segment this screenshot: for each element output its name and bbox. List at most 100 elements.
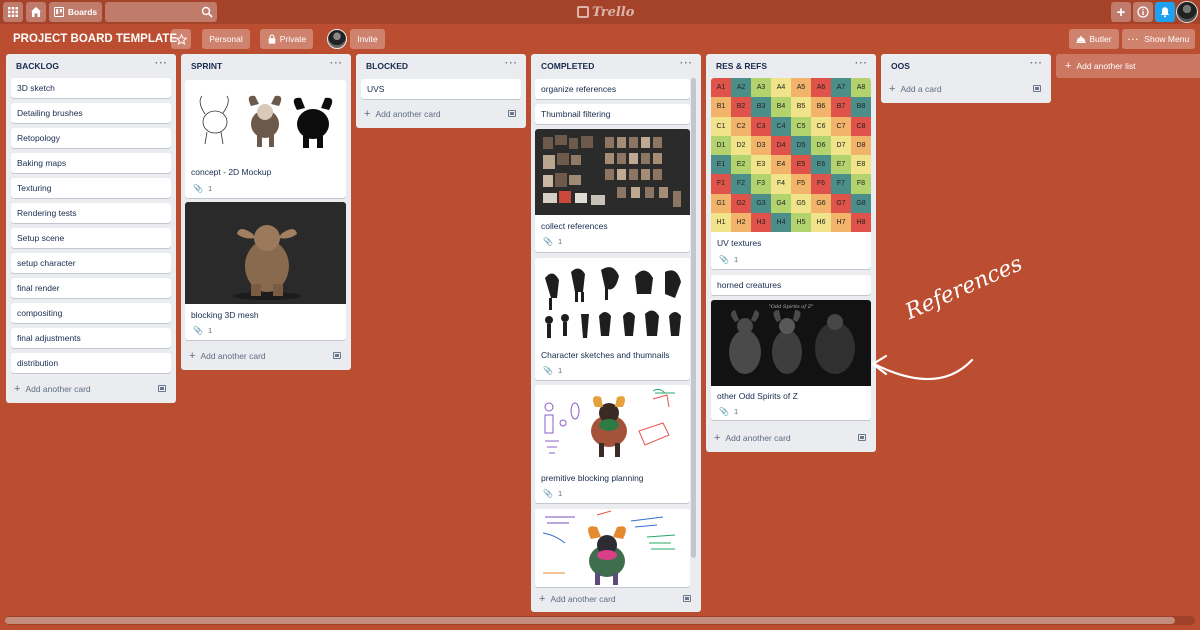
invite-button[interactable]: Invite	[350, 29, 385, 49]
add-card-label: Add another card	[200, 351, 266, 361]
list-title[interactable]: BLOCKED	[366, 61, 408, 71]
uv-grid-cell: G8	[851, 193, 871, 213]
add-list-button[interactable]: + Add another list	[1056, 54, 1200, 78]
list-title[interactable]: COMPLETED	[541, 61, 594, 71]
trello-logo[interactable]: Trello	[577, 4, 634, 20]
card-title: blocking 3D mesh	[191, 310, 259, 320]
list-title[interactable]: SPRINT	[191, 61, 222, 71]
card-cover-reference-board	[535, 129, 690, 215]
list-menu-icon[interactable]: ···	[155, 59, 168, 69]
card-organize-references[interactable]: organize references	[535, 79, 690, 99]
grid-icon	[8, 7, 18, 17]
more-icon: ···	[1127, 34, 1140, 44]
backlog-card[interactable]: Retopology	[11, 128, 171, 148]
list-header[interactable]: OOS ···	[881, 54, 1051, 78]
card-thumbnail-filtering[interactable]: Thumbnail filtering	[535, 104, 690, 124]
add-card-button[interactable]: + Add another card	[189, 351, 266, 362]
uv-grid-cell: G5	[791, 193, 811, 213]
list-title[interactable]: RES & REFS	[716, 61, 767, 71]
card-odd-spirits[interactable]: "Odd Spirits of Z" other Odd Spirits of …	[711, 300, 871, 420]
team-button[interactable]: Personal	[202, 29, 250, 49]
show-menu-button[interactable]: ··· Show Menu	[1122, 29, 1195, 49]
list-header[interactable]: BLOCKED ···	[356, 54, 526, 78]
add-card-button[interactable]: + Add another card	[364, 109, 441, 120]
info-button[interactable]	[1133, 2, 1153, 22]
list-menu-icon[interactable]: ···	[855, 59, 868, 69]
list-menu-icon[interactable]: ···	[505, 59, 518, 69]
user-avatar[interactable]	[1176, 1, 1198, 23]
visibility-button[interactable]: Private	[260, 29, 313, 49]
paperclip-icon: 📎	[543, 489, 553, 498]
search-icon[interactable]	[201, 6, 213, 18]
add-card-button[interactable]: + Add another card	[14, 383, 91, 395]
uv-grid-cell: D7	[831, 135, 851, 155]
backlog-card[interactable]: Setup scene	[11, 228, 171, 248]
list-header[interactable]: COMPLETED ···	[531, 54, 701, 78]
card-template-icon[interactable]	[1033, 85, 1041, 92]
backlog-card[interactable]: Detailing brushes	[11, 103, 171, 123]
card-horned-creatures[interactable]: horned creatures	[711, 275, 871, 295]
uv-grid-cell: B3	[751, 97, 771, 117]
card-template-icon[interactable]	[333, 352, 341, 359]
backlog-card[interactable]: setup character	[11, 253, 171, 273]
member-avatar[interactable]	[327, 29, 347, 49]
card-title: premitive blocking planning	[541, 473, 644, 483]
card-template-icon[interactable]	[683, 595, 691, 602]
card-collect-references[interactable]: collect references 📎 1	[535, 129, 690, 252]
backlog-card[interactable]: compositing	[11, 303, 171, 323]
card-character-sketches[interactable]: Character sketches and thumnails 📎 1	[535, 258, 690, 380]
card-uvs[interactable]: UVS	[361, 79, 521, 99]
star-board-button[interactable]	[171, 29, 191, 49]
add-card-button[interactable]: + Add a card	[889, 84, 942, 95]
card-primitive-blocking[interactable]: premitive blocking planning 📎 1	[535, 385, 690, 503]
backlog-card[interactable]: Rendering tests	[11, 203, 171, 223]
list-title[interactable]: OOS	[891, 61, 910, 71]
create-button[interactable]: +	[1111, 2, 1131, 22]
list-menu-icon[interactable]: ···	[1030, 59, 1043, 69]
list-menu-icon[interactable]: ···	[330, 59, 343, 69]
card-concept-mockup[interactable]: concept - 2D Mockup 📎 1	[185, 80, 346, 198]
info-icon	[1137, 6, 1149, 18]
add-card-button[interactable]: + Add another card	[539, 594, 616, 605]
card-template-icon[interactable]	[858, 434, 866, 441]
backlog-card[interactable]: final adjustments	[11, 328, 171, 348]
uv-grid-cell: D1	[711, 135, 731, 155]
paperclip-icon: 📎	[719, 255, 729, 264]
board-title[interactable]: PROJECT BOARD TEMPLATE	[13, 33, 177, 45]
backlog-card[interactable]: distribution	[11, 353, 171, 373]
backlog-card[interactable]: Baking maps	[11, 153, 171, 173]
plus-icon: +	[1116, 3, 1126, 21]
uv-grid-cell: C2	[731, 116, 751, 136]
notifications-button[interactable]	[1155, 2, 1175, 22]
backlog-card[interactable]: Texturing	[11, 178, 171, 198]
uv-grid-cell: F4	[771, 174, 791, 194]
add-card-label: Add a card	[900, 84, 942, 94]
backlog-card[interactable]: final render	[11, 278, 171, 298]
plus-icon: +	[14, 383, 21, 395]
uv-grid-cell: C1	[711, 116, 731, 136]
list-header[interactable]: SPRINT ···	[181, 54, 351, 78]
backlog-card[interactable]: 3D sketch	[11, 78, 171, 98]
butler-button[interactable]: Butler	[1069, 29, 1119, 49]
card-template-icon[interactable]	[158, 385, 166, 392]
boards-button[interactable]: Boards	[49, 2, 102, 22]
list-title[interactable]: BACKLOG	[16, 61, 59, 71]
add-card-button[interactable]: + Add another card	[714, 433, 791, 444]
card-texture-planning[interactable]	[535, 509, 690, 587]
list-menu-icon[interactable]: ···	[680, 59, 693, 69]
board-scrollbar[interactable]	[5, 616, 1195, 625]
list-scrollbar[interactable]	[691, 78, 696, 558]
list-header[interactable]: BACKLOG ···	[6, 54, 176, 78]
butler-icon	[1076, 35, 1086, 43]
card-title: UVS	[367, 84, 385, 94]
card-uv-textures[interactable]: A1 A2 A3 A4 A5 A6 A7 A8 B1 B2 B3 B4 B5 B6 B7 B8 C1 C2 C3 C4…	[711, 78, 871, 269]
list-header[interactable]: RES & REFS ···	[706, 54, 876, 78]
card-title: concept - 2D Mockup	[191, 167, 272, 177]
card-template-icon[interactable]	[508, 110, 516, 117]
apps-menu-button[interactable]	[3, 2, 23, 22]
uv-grid-cell: F8	[851, 174, 871, 194]
board-scrollbar-thumb[interactable]	[5, 617, 1175, 624]
home-button[interactable]	[26, 2, 46, 22]
uv-grid-cell: E1	[711, 155, 731, 175]
card-blocking-mesh[interactable]: blocking 3D mesh 📎 1	[185, 202, 346, 340]
